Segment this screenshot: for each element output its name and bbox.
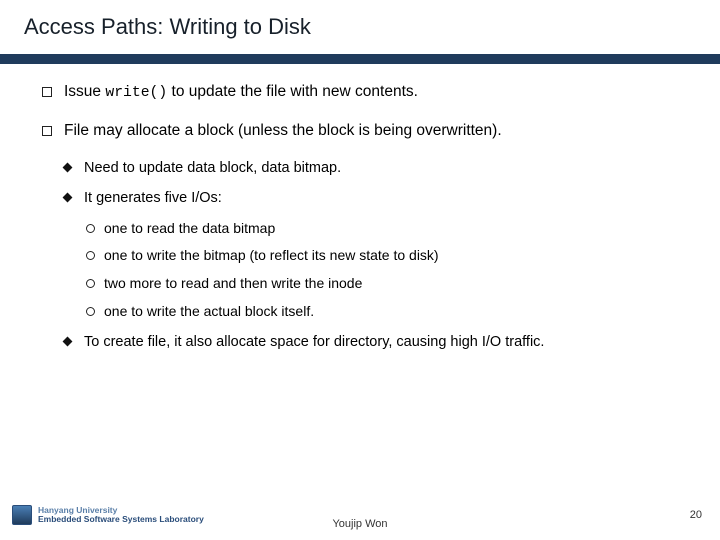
title-area: Access Paths: Writing to Disk xyxy=(0,0,720,48)
bullet-io-write-block: one to write the actual block itself. xyxy=(86,301,692,323)
bullet-create-file: To create file, it also allocate space f… xyxy=(64,331,692,353)
bullet-update-block: Need to update data block, data bitmap. xyxy=(64,157,692,179)
text: File may allocate a block (unless the bl… xyxy=(64,122,502,139)
text: two more to read and then write the inod… xyxy=(104,275,362,291)
text: To create file, it also allocate space f… xyxy=(84,334,544,350)
text: It generates five I/Os: xyxy=(84,190,222,206)
title-bar xyxy=(0,54,720,64)
bullet-io-read-bitmap: one to read the data bitmap xyxy=(86,218,692,240)
text: Need to update data block, data bitmap. xyxy=(84,160,341,176)
text: one to write the bitmap (to reflect its … xyxy=(104,247,439,263)
text: to update the file with new contents. xyxy=(167,83,418,100)
slide-title: Access Paths: Writing to Disk xyxy=(24,14,696,40)
page-number: 20 xyxy=(690,509,702,521)
bullet-file-allocate: File may allocate a block (unless the bl… xyxy=(42,119,692,143)
text: Issue xyxy=(64,83,105,100)
footer-left: Hanyang University Embedded Software Sys… xyxy=(12,505,204,525)
text: one to read the data bitmap xyxy=(104,220,275,236)
lab-logo-icon xyxy=(12,505,32,525)
content-area: Issue write() to update the file with ne… xyxy=(0,64,720,540)
bullet-issue-write: Issue write() to update the file with ne… xyxy=(42,80,692,105)
footer: Hanyang University Embedded Software Sys… xyxy=(0,496,720,540)
bullet-five-ios: It generates five I/Os: xyxy=(64,187,692,209)
slide: Access Paths: Writing to Disk Issue writ… xyxy=(0,0,720,540)
code-write: write() xyxy=(105,85,167,101)
lab-name: Embedded Software Systems Laboratory xyxy=(38,515,204,524)
bullet-io-inode: two more to read and then write the inod… xyxy=(86,273,692,295)
text: one to write the actual block itself. xyxy=(104,303,314,319)
lab-text: Hanyang University Embedded Software Sys… xyxy=(38,506,204,525)
footer-author: Youjip Won xyxy=(332,518,387,530)
bullet-io-write-bitmap: one to write the bitmap (to reflect its … xyxy=(86,245,692,267)
